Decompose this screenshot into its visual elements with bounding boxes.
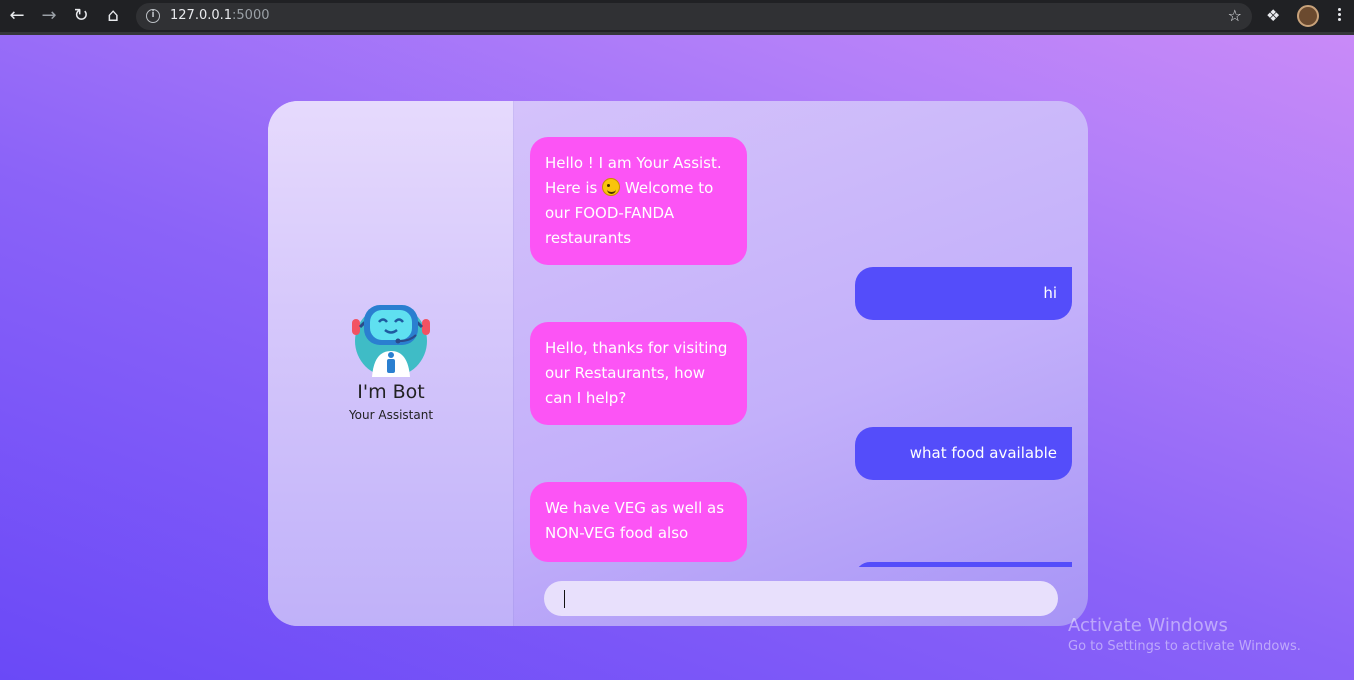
- menu-kebab-icon[interactable]: [1333, 6, 1345, 26]
- watermark-title: Activate Windows: [1068, 615, 1228, 636]
- watermark-subtitle: Go to Settings to activate Windows.: [1068, 639, 1301, 654]
- extensions-puzzle-icon[interactable]: ❖: [1266, 6, 1280, 25]
- message-text: what food available: [909, 444, 1057, 462]
- profile-avatar[interactable]: [1297, 5, 1319, 27]
- page-background: I'm Bot Your Assistant Hello ! I am Your…: [0, 35, 1354, 680]
- url-port: :5000: [232, 8, 270, 23]
- bot-name: I'm Bot: [357, 381, 425, 403]
- user-message: what food available: [855, 427, 1072, 480]
- windows-activation-watermark: Activate Windows Go to Settings to activ…: [1068, 615, 1301, 654]
- user-message-partial: [855, 562, 1072, 567]
- browser-toolbar: ← → ↻ ⌂ i 127.0.0.1:5000 ☆ ❖: [0, 0, 1354, 35]
- bookmark-star-icon[interactable]: ☆: [1228, 6, 1242, 25]
- forward-arrow-icon[interactable]: →: [38, 6, 60, 26]
- back-arrow-icon[interactable]: ←: [6, 6, 28, 26]
- address-bar[interactable]: i 127.0.0.1:5000 ☆: [136, 3, 1252, 30]
- info-icon[interactable]: i: [146, 9, 160, 23]
- url-text: 127.0.0.1:5000: [170, 8, 270, 23]
- message-input[interactable]: [544, 581, 1058, 616]
- url-host: 127.0.0.1: [170, 8, 233, 23]
- winking-face-emoji-icon: [602, 178, 621, 196]
- chatbox-card: I'm Bot Your Assistant Hello ! I am Your…: [268, 101, 1088, 626]
- bot-message: Hello ! I am Your Assist. Here is Welcom…: [530, 137, 747, 265]
- text-cursor: [564, 590, 565, 608]
- bot-profile-panel: I'm Bot Your Assistant: [268, 101, 514, 626]
- home-icon[interactable]: ⌂: [102, 6, 124, 26]
- robot-avatar-icon: [352, 305, 430, 377]
- message-text: We have VEG as well as NON-VEG food also: [545, 499, 725, 542]
- user-message: hi: [855, 267, 1072, 320]
- message-text: Hello, thanks for visiting our Restauran…: [545, 339, 728, 407]
- bot-message: We have VEG as well as NON-VEG food also: [530, 482, 747, 562]
- bot-subtitle: Your Assistant: [348, 408, 434, 422]
- message-text: hi: [1043, 284, 1057, 302]
- chat-messages-area[interactable]: Hello ! I am Your Assist. Here is Welcom…: [515, 101, 1088, 567]
- bot-message: Hello, thanks for visiting our Restauran…: [530, 322, 747, 425]
- reload-icon[interactable]: ↻: [70, 6, 92, 26]
